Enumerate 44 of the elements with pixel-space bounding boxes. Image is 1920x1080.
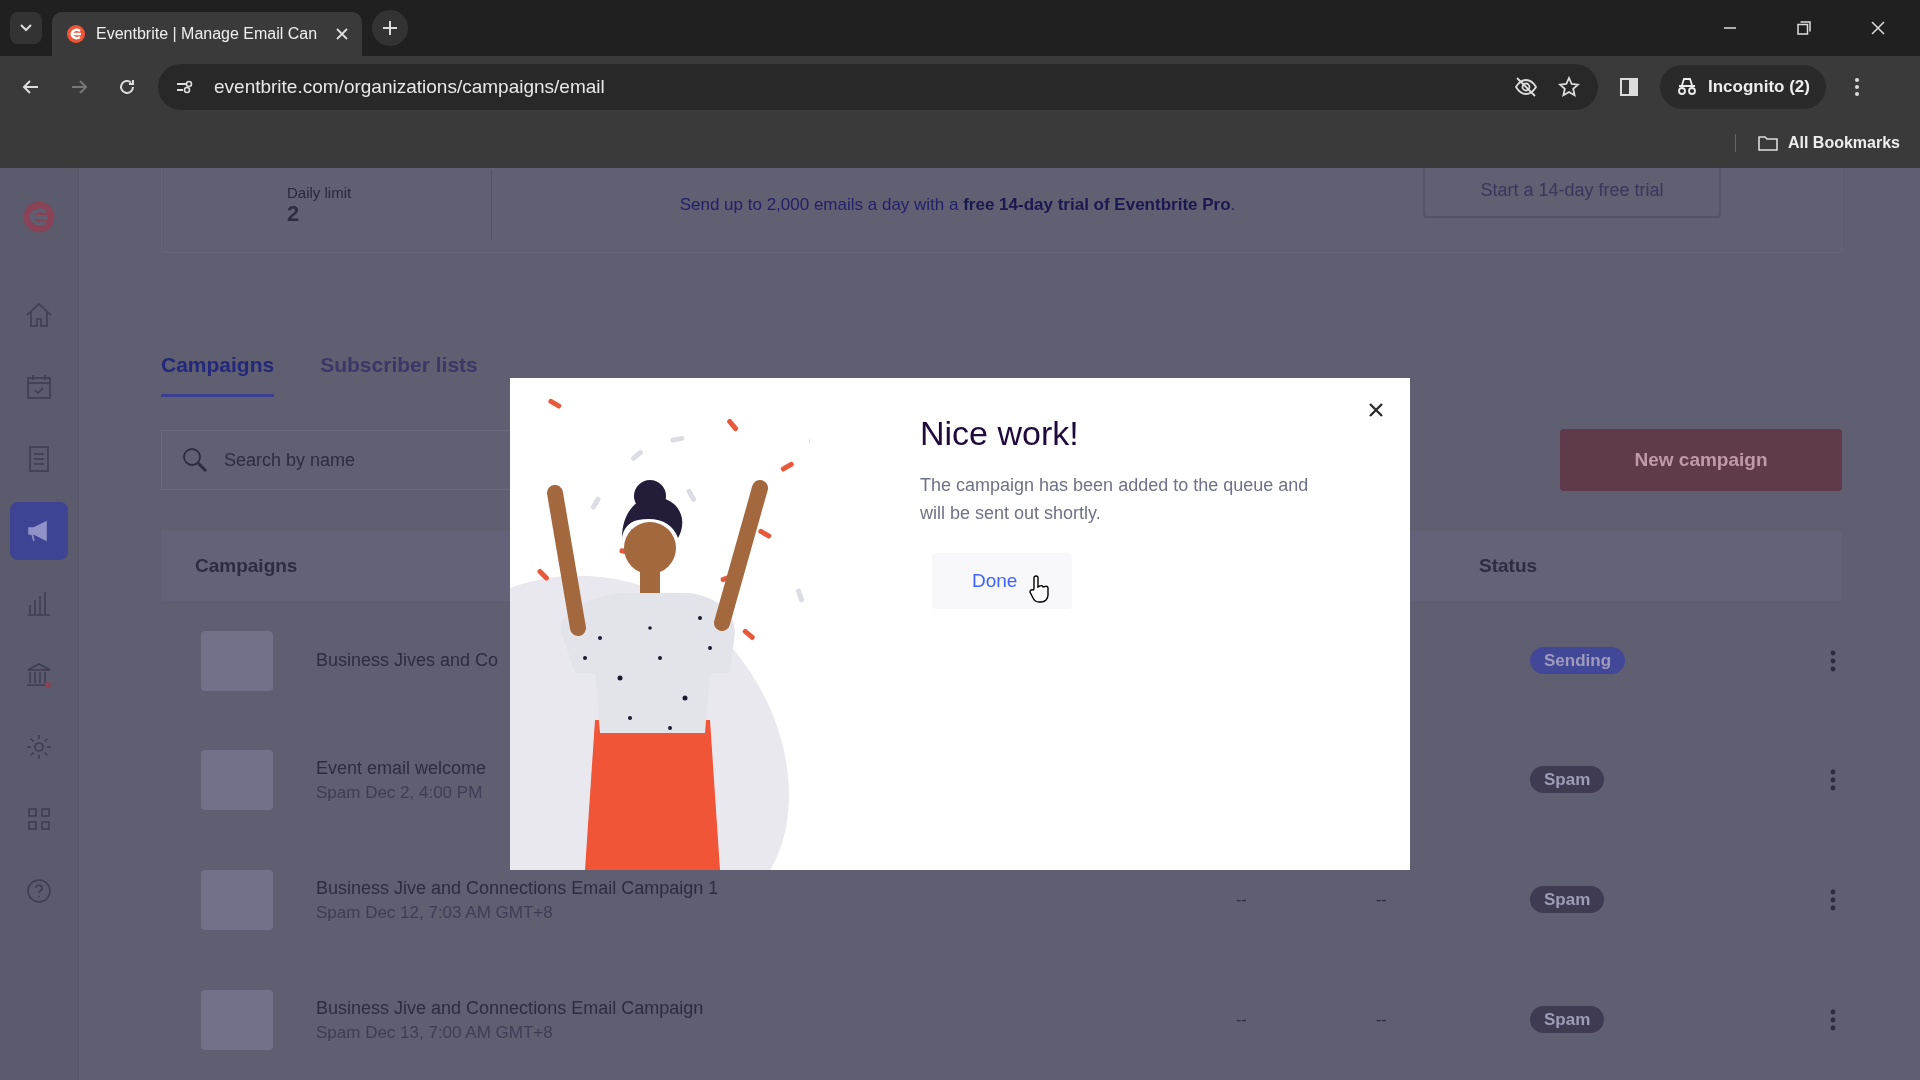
status-badge: Sending [1530, 646, 1626, 674]
tab[interactable]: Campaigns [161, 352, 275, 398]
incognito-icon [1676, 78, 1698, 96]
more-options-icon[interactable] [1830, 769, 1836, 792]
all-bookmarks-button[interactable]: All Bookmarks [1734, 134, 1900, 152]
status-badge: Spam [1530, 886, 1605, 914]
chevron-down-icon [20, 24, 32, 32]
table-cell-text: -- [1376, 1011, 1388, 1030]
site-settings-icon[interactable] [176, 80, 194, 94]
folder-icon [1757, 135, 1778, 151]
new-campaign-button[interactable]: New campaign [1560, 429, 1842, 492]
plus-icon [382, 20, 398, 36]
table-cell-text: -- [1376, 891, 1388, 910]
thumbnail-placeholder [201, 630, 273, 691]
tab-list-button[interactable] [10, 12, 42, 44]
hand-cursor-icon [1028, 575, 1050, 603]
url-text: eventbrite.com/organizations/campaigns/email [214, 76, 605, 98]
dialog-title: Nice work! [920, 414, 1080, 453]
daily-limit-label: Daily limit [287, 183, 353, 201]
thumbnail-placeholder [201, 990, 273, 1051]
status-badge: Spam [1530, 766, 1605, 794]
done-button[interactable]: Done [932, 553, 1072, 609]
promo-text: Send up to 2,000 emails a day with a free 14-day trial of Eventbrite Pro. [678, 195, 1237, 216]
browser-tab[interactable]: Eventbrite | Manage Email Can [52, 12, 362, 56]
close-icon[interactable] [1368, 402, 1384, 418]
more-options-icon[interactable] [1830, 649, 1836, 672]
dialog-message: The campaign has been added to the queue and will be sent out shortly. [920, 474, 1310, 525]
status-badge: Spam [1530, 1006, 1605, 1034]
star-icon[interactable] [1558, 76, 1580, 98]
more-options-icon[interactable] [1830, 1009, 1836, 1032]
address-bar[interactable]: eventbrite.com/organizations/campaigns/email [158, 64, 1598, 110]
thumbnail-placeholder [201, 750, 273, 811]
thumbnail-placeholder [201, 870, 273, 931]
incognito-button[interactable]: Incognito (2) [1660, 65, 1826, 109]
table-cell-text: -- [1236, 891, 1248, 910]
column-header: Status [1479, 554, 1538, 577]
megaphone-icon[interactable] [10, 502, 68, 560]
tab-title: Eventbrite | Manage Email Can [96, 25, 319, 43]
eventbrite-logo-icon [66, 24, 86, 44]
column-header: Campaigns [194, 554, 299, 577]
table-cell-text: -- [1236, 1011, 1248, 1030]
eye-off-icon[interactable] [1514, 77, 1538, 97]
new-tab-button[interactable] [372, 10, 408, 46]
more-options-icon[interactable] [1830, 889, 1836, 912]
